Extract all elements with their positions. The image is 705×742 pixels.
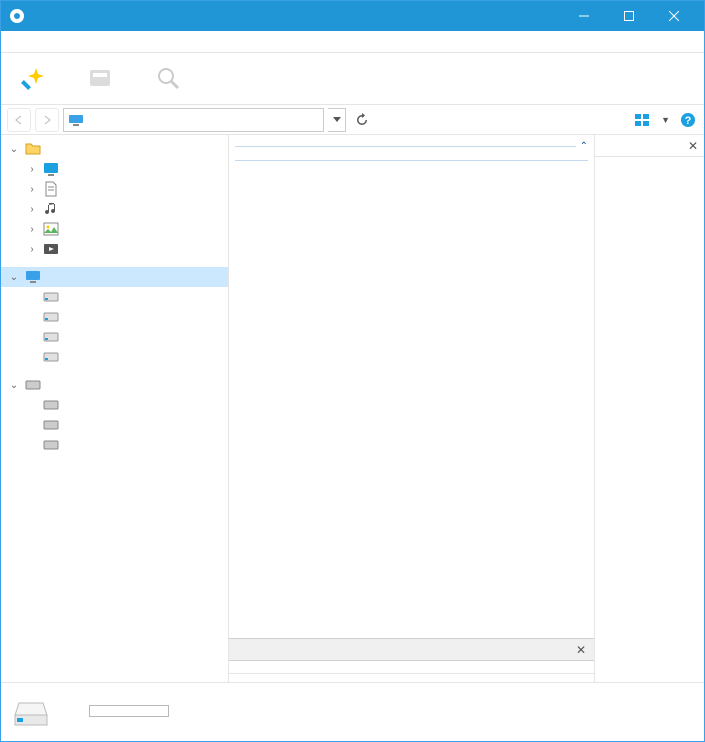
- tree-desktop[interactable]: ›: [1, 159, 228, 179]
- close-button[interactable]: [651, 1, 696, 31]
- tree-physical[interactable]: ⌄: [1, 375, 228, 395]
- findfile-button[interactable]: [143, 64, 193, 93]
- tree-drive-d[interactable]: [1, 307, 228, 327]
- tree-thispc[interactable]: ⌄: [1, 267, 228, 287]
- collapse-icon[interactable]: ⌃: [580, 141, 588, 152]
- tree-phys-1[interactable]: [1, 415, 228, 435]
- addressbar: ▼ ?: [1, 105, 704, 135]
- svg-text:?: ?: [685, 115, 692, 127]
- tree-drive-e[interactable]: [1, 327, 228, 347]
- close-icon[interactable]: ✕: [576, 643, 586, 657]
- tree-videos[interactable]: ›: [1, 239, 228, 259]
- disk-icon: [25, 377, 41, 393]
- menu-tools[interactable]: [59, 40, 75, 44]
- section-phys: [231, 160, 588, 161]
- tree-folders[interactable]: ⌄: [1, 139, 228, 159]
- main-area: ⌄ › › › › › ⌄ ⌄: [1, 135, 704, 683]
- recovery-button[interactable]: [75, 64, 125, 93]
- desktop-icon: [43, 161, 59, 177]
- tree-drive-c[interactable]: [1, 287, 228, 307]
- recovery-icon: [86, 64, 114, 92]
- close-icon[interactable]: ✕: [688, 139, 698, 153]
- drive-icon: [43, 349, 59, 365]
- document-icon: [43, 181, 59, 197]
- statusbar: [1, 683, 704, 741]
- menu-edit[interactable]: [23, 40, 39, 44]
- drive-manager: ✕: [229, 638, 594, 682]
- video-icon: [43, 241, 59, 257]
- refresh-button[interactable]: [350, 108, 374, 132]
- help-button[interactable]: ?: [678, 110, 698, 130]
- chevron-down-icon[interactable]: ⌄: [7, 144, 21, 155]
- chevron-right-icon[interactable]: ›: [25, 224, 39, 235]
- disk-icon: [43, 397, 59, 413]
- findfile-icon: [154, 64, 182, 92]
- wizard-icon: [18, 64, 46, 92]
- view-options-button[interactable]: [633, 110, 653, 130]
- tree-documents[interactable]: ›: [1, 179, 228, 199]
- drive-icon: [11, 695, 51, 729]
- chevron-down-icon[interactable]: ⌄: [7, 272, 21, 283]
- nav-tree: ⌄ › › › › › ⌄ ⌄: [1, 135, 229, 682]
- toolbar: [1, 53, 704, 105]
- music-icon: [43, 201, 59, 217]
- chevron-right-icon[interactable]: ›: [25, 164, 39, 175]
- chevron-down-icon[interactable]: ⌄: [7, 380, 21, 391]
- minimize-button[interactable]: [561, 1, 606, 31]
- app-icon: [9, 8, 25, 24]
- tree-pictures[interactable]: ›: [1, 219, 228, 239]
- pc-icon: [68, 114, 84, 126]
- menu-view[interactable]: [41, 40, 57, 44]
- preview-pane: ✕: [594, 135, 704, 682]
- breadcrumb-dropdown[interactable]: [328, 108, 346, 132]
- content-area: ⌃ ✕: [229, 135, 594, 682]
- tree-phys-2[interactable]: [1, 435, 228, 455]
- picture-icon: [43, 221, 59, 237]
- drive-icon: [43, 289, 59, 305]
- wizard-button[interactable]: [7, 64, 57, 93]
- tree-music[interactable]: ›: [1, 199, 228, 219]
- menu-file[interactable]: [5, 40, 21, 44]
- menu-help[interactable]: [77, 40, 93, 44]
- pc-icon: [25, 269, 41, 285]
- titlebar: [1, 1, 704, 31]
- drive-manager-legend: [229, 673, 594, 682]
- drive-icon: [43, 309, 59, 325]
- view-dropdown-icon[interactable]: ▼: [661, 115, 670, 125]
- drive-icon: [43, 329, 59, 345]
- maximize-button[interactable]: [606, 1, 651, 31]
- menubar: [1, 31, 704, 53]
- breadcrumb[interactable]: [63, 108, 324, 132]
- tree-drive-f[interactable]: [1, 347, 228, 367]
- nav-forward-button[interactable]: [35, 108, 59, 132]
- disk-icon: [43, 437, 59, 453]
- chevron-right-icon[interactable]: ›: [25, 184, 39, 195]
- nav-back-button[interactable]: [7, 108, 31, 132]
- folder-icon: [25, 141, 41, 157]
- disk-icon: [43, 417, 59, 433]
- section-hdd: ⌃: [231, 141, 588, 152]
- chevron-right-icon[interactable]: ›: [25, 244, 39, 255]
- tree-phys-0[interactable]: [1, 395, 228, 415]
- chevron-right-icon[interactable]: ›: [25, 204, 39, 215]
